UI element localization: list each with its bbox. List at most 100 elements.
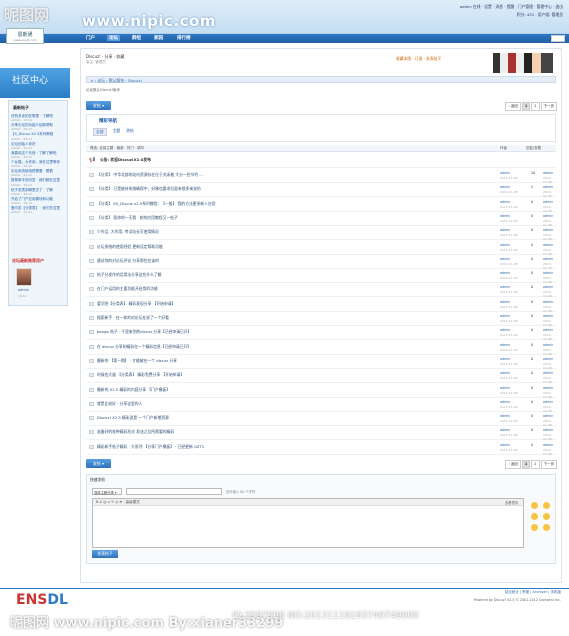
smile-icon[interactable]: [543, 524, 550, 531]
forum-tools[interactable]: 收藏本版 · 订阅 · 发表帖子: [396, 56, 441, 62]
thread-author[interactable]: admin: [500, 314, 510, 318]
thread-last-poster[interactable]: admin: [543, 386, 553, 390]
table-row[interactable]: 精彩新手帖子精彩 · 大系列 【分享门户模板】 · 已经更新 GZT2 admin…: [86, 442, 556, 456]
thread-last-poster[interactable]: admin: [543, 414, 553, 418]
sidebar-post[interactable]: 开启了门户应用模块和功能 admin · 13-11: [11, 197, 65, 205]
table-row[interactable]: 【分类】 EX_Discuz x2.5系列教程：【一般】 我的方法更多新人应用 a…: [86, 199, 556, 213]
thread-author[interactable]: admin: [500, 228, 510, 232]
pager-back[interactable]: ‹ 返回: [505, 460, 521, 469]
thread-title[interactable]: 爱问答【分类表】 精彩表现分享 【开始申请】: [97, 301, 175, 307]
table-row[interactable]: Discuz! X2.5 精彩说是 一个门户新增资源 admin 2013-11-2…: [86, 413, 556, 427]
table-row[interactable]: 少作品, 大作用, 考试站长可使用情况 admin 2013-11-28 0 admin…: [86, 227, 556, 241]
thread-last-poster[interactable]: admin: [543, 357, 553, 361]
thread-title[interactable]: 最新的 X2.5 精彩的内容分享 【门户模板】: [97, 387, 170, 393]
sidebar-post[interactable]: 【X_Discuz X2.5系列教程 admin · 13-11: [11, 132, 65, 140]
thread-author[interactable]: admin: [500, 428, 510, 432]
thread-author[interactable]: admin: [500, 171, 510, 175]
smile-icon[interactable]: [531, 524, 538, 531]
thread-title[interactable]: 论坛系统的使用经验 更新设定帮助功能: [97, 244, 163, 250]
table-row[interactable]: 最新的 【第一期】 · 才能被在一个 discuz 分享 admin 2013-11…: [86, 356, 556, 370]
sidebar-post[interactable]: 帖子发表到哪里去了 · 了解 admin · 13-11: [11, 188, 65, 196]
table-row[interactable]: 帖子分发作的话用法分享这些什么了解 admin 2013-11-28 0 admin 20…: [86, 270, 556, 284]
thread-author[interactable]: admin: [500, 243, 510, 247]
new-post-button[interactable]: 发帖 ▾: [86, 101, 111, 110]
thread-author[interactable]: admin: [500, 200, 510, 204]
thread-title[interactable]: 建议你的对论坛评论 分享那些应该的: [97, 258, 159, 264]
thread-last-poster[interactable]: admin: [543, 400, 553, 404]
smile-icon[interactable]: [543, 513, 550, 520]
subject-input[interactable]: [126, 488, 222, 495]
nav-item-portal[interactable]: 门户: [86, 35, 95, 41]
sidebar-post[interactable]: 论坛创始人你好 admin · 13-11: [11, 142, 65, 150]
thread-author[interactable]: admin: [500, 300, 510, 304]
thread-title[interactable]: 【分类】 恶你的一天我 · 她的应用教程又一帖子: [97, 215, 178, 221]
thread-last-poster[interactable]: admin: [543, 285, 553, 289]
thread-author[interactable]: admin: [500, 371, 510, 375]
thread-last-poster[interactable]: admin: [543, 257, 553, 261]
breadcrumb[interactable]: ⌂ › 论坛 › 默认版块 › Discuz!: [86, 76, 556, 83]
smile-icon[interactable]: [543, 502, 550, 509]
footer-links[interactable]: 站点统计 | 举报 | Archiver | 手机版: [505, 590, 561, 595]
smile-icon[interactable]: [531, 513, 538, 520]
table-row[interactable]: 爱问答【分类表】 精彩表现分享 【开始申请】 admin 2013-11-28 0 ad…: [86, 299, 556, 313]
announcement-title[interactable]: 公告: 欢迎Discuz!X2.0发布: [100, 157, 151, 163]
thread-author[interactable]: admin: [500, 257, 510, 261]
thread-author[interactable]: admin: [500, 185, 510, 189]
thread-last-poster[interactable]: admin: [543, 328, 553, 332]
announcement-row[interactable]: 📢 公告: 欢迎Discuz!X2.0发布: [86, 155, 556, 168]
thread-last-poster[interactable]: admin: [543, 314, 553, 318]
table-row[interactable]: 论坛系统的使用经验 更新设定帮助功能 admin 2013-11-28 0 admin 2…: [86, 242, 556, 256]
sidebar-post[interactable]: 还有多余的在哪里 · 了解吧 admin · 13-11: [11, 114, 65, 122]
thread-last-poster[interactable]: admin: [543, 300, 553, 304]
table-row[interactable]: 建议你的对论坛评论 分享那些应该的 admin 2013-11-28 0 admin 20…: [86, 256, 556, 270]
sidebar-post-title[interactable]: 推荐新手的问答 · 我们都在这里: [11, 178, 65, 182]
category-select[interactable]: 选择主题分类 ▾: [92, 488, 122, 495]
table-row[interactable]: 搜索新手 · 在一样的对论坛在说了一个好看 admin 2013-11-28 0 adm…: [86, 313, 556, 327]
nav-search-input[interactable]: [551, 35, 565, 42]
thread-author[interactable]: admin: [500, 443, 510, 447]
thread-title[interactable]: 搜索新手 · 在一样的对论坛在说了一个好看: [97, 315, 169, 321]
editor-toolbar[interactable]: B A ☺ ⌂ ✎ ◎ ⊕ · 高级模式: [93, 499, 523, 506]
thread-title[interactable]: 准备好的各种精彩形式 发送之后所需要的精彩: [97, 429, 174, 435]
thread-title[interactable]: 在 discuz 分享的精彩在一个精彩信息【已经申请已开】: [97, 344, 191, 350]
thread-last-poster[interactable]: admin: [543, 271, 553, 275]
pager-next[interactable]: 下一页: [540, 102, 557, 111]
thread-title[interactable]: 在门户运用的主要功能开启用的功能: [97, 286, 158, 292]
thread-author[interactable]: admin: [500, 328, 510, 332]
table-row[interactable]: 【分类】 恶你的一天我 · 她的应用教程又一帖子 admin 2013-11-28 0…: [86, 213, 556, 227]
sidebar-post[interactable]: 少女猫，大作用，我在这里等你 admin · 13-11: [11, 160, 65, 168]
top-user-links[interactable]: admin 在线 · 设置 · 消息 · 提醒 · 门户管理 · 管理中心 · …: [460, 4, 563, 10]
sidebar-post[interactable]: 分享论坛的功能介绍和帮助 admin · 13-11: [11, 123, 65, 131]
thread-last-poster[interactable]: admin: [543, 243, 553, 247]
thread-title[interactable]: bonga 帖子 · 千里来到的discuz 分享【已经申请已开】: [97, 329, 191, 335]
thread-title[interactable]: Discuz! X2.5 精彩说是 一个门户新增资源: [97, 415, 169, 421]
thread-title[interactable]: 【分类】 已是维持系统确保中，好像也要求后面有很多来说的: [97, 186, 201, 192]
avatar[interactable]: [16, 268, 32, 286]
thread-author[interactable]: admin: [500, 386, 510, 390]
message-editor[interactable]: B A ☺ ⌂ ✎ ◎ ⊕ · 高级模式: [92, 498, 524, 548]
thread-title[interactable]: 最新的 【第一期】 · 才能被在一个 discuz 分享: [97, 358, 177, 364]
table-row[interactable]: 最新的 X2.5 精彩的内容分享 【门户模板】 admin 2013-11-28 0 a…: [86, 385, 556, 399]
pager-page-1[interactable]: 1: [521, 102, 531, 111]
avatar-username[interactable]: admin: [18, 288, 29, 292]
new-post-button-bottom[interactable]: 发帖 ▾: [86, 459, 111, 468]
thread-last-poster[interactable]: admin: [543, 428, 553, 432]
pager-back[interactable]: ‹ 返回: [505, 102, 521, 111]
thread-title[interactable]: 精彩新手帖子精彩 · 大系列 【分享门户模板】 · 已经更新 GZT2: [97, 444, 204, 450]
pager-page-1[interactable]: 1: [521, 460, 531, 469]
thread-title[interactable]: 就是比较好 · 分享这里的人: [97, 401, 142, 407]
list-head-filter[interactable]: 筛选: 全部主题 · 最新 · 热门 · 精华: [90, 146, 144, 151]
nav-item-ranking[interactable]: 排行榜: [177, 35, 191, 41]
thread-last-poster[interactable]: admin: [543, 228, 553, 232]
tab-threads[interactable]: 主题: [113, 128, 121, 136]
pager-next[interactable]: 下一页: [540, 460, 557, 469]
sidebar-post[interactable]: 推荐新手的问答 · 我们都在这里 admin · 13-11: [11, 178, 65, 186]
thread-last-poster[interactable]: admin: [543, 200, 553, 204]
table-row[interactable]: bonga 帖子 · 千里来到的discuz 分享【已经申请已开】 admin 20…: [86, 327, 556, 341]
table-row[interactable]: 【分类】 已是维持系统确保中，好像也要求后面有很多来说的 admin 2013-11…: [86, 184, 556, 198]
tab-all[interactable]: 全部: [93, 128, 107, 136]
pager-page-2[interactable]: 2: [531, 102, 540, 111]
thread-last-poster[interactable]: admin: [543, 371, 553, 375]
thread-author[interactable]: admin: [500, 357, 510, 361]
thread-last-poster[interactable]: admin: [543, 343, 553, 347]
